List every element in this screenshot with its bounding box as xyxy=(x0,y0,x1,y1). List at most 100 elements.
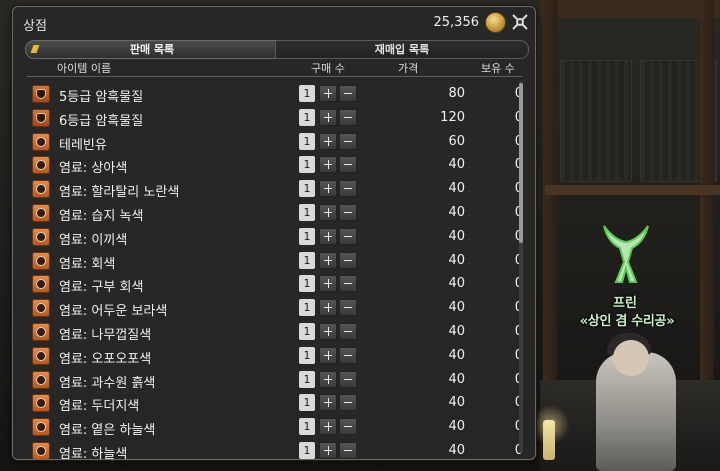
dye-bottle-icon xyxy=(32,251,50,270)
quantity-input[interactable]: 1 xyxy=(299,108,315,126)
item-owned-count: 0 xyxy=(483,324,523,339)
item-row[interactable]: 염료: 습지 녹색 1 40 0 xyxy=(27,202,523,224)
quantity-input[interactable]: 1 xyxy=(299,180,315,198)
dye-bottle-icon xyxy=(32,418,50,437)
item-owned-count: 0 xyxy=(483,443,523,458)
quantity-input[interactable]: 1 xyxy=(299,370,315,388)
quantity-input[interactable]: 1 xyxy=(299,156,315,174)
item-row[interactable]: 염료: 과수원 흙색 1 40 0 xyxy=(27,369,523,391)
dye-bottle-icon xyxy=(32,227,50,246)
decrease-quantity-button[interactable] xyxy=(339,370,357,388)
item-owned-count: 0 xyxy=(483,348,523,363)
item-price: 80 xyxy=(448,86,465,101)
column-header-price[interactable]: 가격 xyxy=(398,60,418,76)
quantity-input[interactable]: 1 xyxy=(299,299,315,317)
tab-sell-list[interactable]: 판매 목록 xyxy=(25,40,279,59)
tab-buyback-label: 재매입 목록 xyxy=(374,43,430,56)
item-row[interactable]: 5등급 암흑물질 1 80 0 xyxy=(27,83,523,105)
quantity-input[interactable]: 1 xyxy=(299,85,315,102)
item-name: 염료: 나무껍질색 xyxy=(59,328,152,343)
active-tab-indicator xyxy=(30,45,40,53)
item-list: 5등급 암흑물질 1 80 0 6등급 암흑물질11200테레빈유1600염료: 상아색… xyxy=(13,79,535,459)
item-row[interactable]: 염료: 오포오포색 1 40 0 xyxy=(27,345,523,367)
decrease-quantity-button[interactable] xyxy=(339,132,357,150)
decrease-quantity-button[interactable] xyxy=(339,251,357,269)
quantity-input[interactable]: 1 xyxy=(299,394,315,412)
item-name: 염료: 두더지색 xyxy=(59,399,140,415)
increase-quantity-button[interactable] xyxy=(319,394,337,412)
item-row[interactable]: 염료: 옅은 하늘색 1 40 0 xyxy=(27,416,523,438)
decrease-quantity-button[interactable] xyxy=(339,346,357,364)
decrease-quantity-button[interactable] xyxy=(339,394,357,412)
increase-quantity-button[interactable] xyxy=(319,418,337,436)
item-row[interactable]: 염료: 구부 회색 1 40 0 xyxy=(27,273,523,295)
quantity-input[interactable]: 1 xyxy=(299,251,315,269)
dye-bottle-icon xyxy=(32,323,50,341)
increase-quantity-button[interactable] xyxy=(319,346,337,364)
decrease-quantity-button[interactable] xyxy=(339,85,357,102)
increase-quantity-button[interactable] xyxy=(319,442,337,459)
item-row[interactable]: 염료: 두더지색 1 40 0 xyxy=(27,392,523,415)
quantity-input[interactable]: 1 xyxy=(299,204,315,221)
increase-quantity-button[interactable] xyxy=(319,275,337,293)
decrease-quantity-button[interactable] xyxy=(339,275,357,293)
item-owned-count: 0 xyxy=(483,157,523,172)
increase-quantity-button[interactable] xyxy=(319,156,337,174)
increase-quantity-button[interactable] xyxy=(319,85,337,102)
scrollbar-thumb[interactable] xyxy=(519,83,523,243)
column-header-item-name[interactable]: 아이템 이름 xyxy=(57,60,111,76)
decrease-quantity-button[interactable] xyxy=(339,108,357,126)
item-row[interactable]: 염료: 이끼색 1 40 0 xyxy=(27,226,523,248)
increase-quantity-button[interactable] xyxy=(319,370,337,388)
decrease-quantity-button[interactable] xyxy=(339,204,357,221)
increase-quantity-button[interactable] xyxy=(319,108,337,126)
increase-quantity-button[interactable] xyxy=(319,299,337,317)
window-title: 상점 xyxy=(23,19,47,34)
increase-quantity-button[interactable] xyxy=(319,323,337,340)
item-price: 40 xyxy=(448,276,465,292)
wooden-shelf xyxy=(545,185,720,195)
item-name: 5등급 암흑물질 xyxy=(59,90,144,105)
item-owned-count: 0 xyxy=(483,134,523,149)
item-row[interactable]: 염료: 할라탈리 노란색 1 40 0 xyxy=(27,178,523,200)
dye-bottle-icon xyxy=(32,394,50,413)
decrease-quantity-button[interactable] xyxy=(339,418,357,436)
quantity-input[interactable]: 1 xyxy=(299,227,315,245)
increase-quantity-button[interactable] xyxy=(319,180,337,198)
item-name: 염료: 회색 xyxy=(59,256,116,272)
item-row[interactable]: 염료: 어두운 보라색 1 40 0 xyxy=(27,297,523,319)
tab-sell-label: 판매 목록 xyxy=(129,43,175,56)
item-row[interactable]: 염료: 하늘색 1 40 0 xyxy=(27,440,523,459)
settings-icon[interactable] xyxy=(510,12,530,32)
increase-quantity-button[interactable] xyxy=(319,132,337,150)
item-row[interactable]: 염료: 회색 1 40 0 xyxy=(27,250,523,272)
quantity-input[interactable]: 1 xyxy=(299,442,315,459)
increase-quantity-button[interactable] xyxy=(319,204,337,221)
item-price: 40 xyxy=(448,300,465,316)
quantity-input[interactable]: 1 xyxy=(299,346,315,364)
item-row[interactable]: 6등급 암흑물질 1 120 0 xyxy=(27,107,523,129)
decrease-quantity-button[interactable] xyxy=(339,227,357,245)
increase-quantity-button[interactable] xyxy=(319,227,337,245)
increase-quantity-button[interactable] xyxy=(319,251,337,269)
item-price: 40 xyxy=(448,324,465,339)
decrease-quantity-button[interactable] xyxy=(339,299,357,317)
dye-bottle-icon xyxy=(32,156,50,175)
tab-buyback-list[interactable]: 재매입 목록 xyxy=(275,40,529,59)
gil-amount: 25,356 xyxy=(433,15,480,30)
decrease-quantity-button[interactable] xyxy=(339,442,357,459)
item-row[interactable]: 염료: 상아색 1 40 0 xyxy=(27,154,523,176)
npc-name: 프린 xyxy=(613,296,637,311)
decrease-quantity-button[interactable] xyxy=(339,323,357,340)
dye-bottle-icon xyxy=(32,370,50,389)
quantity-input[interactable]: 1 xyxy=(299,323,315,340)
item-row[interactable]: 염료: 나무껍질색 1 40 0 xyxy=(27,321,523,343)
quantity-input[interactable]: 1 xyxy=(299,132,315,150)
quantity-input[interactable]: 1 xyxy=(299,418,315,436)
quantity-input[interactable]: 1 xyxy=(299,275,315,293)
decrease-quantity-button[interactable] xyxy=(339,180,357,198)
item-row[interactable]: 테레빈유 1 60 0 xyxy=(27,131,523,153)
npc-target-marker-icon[interactable] xyxy=(600,222,652,286)
decrease-quantity-button[interactable] xyxy=(339,156,357,174)
item-name: 염료: 하늘색 xyxy=(59,447,128,459)
